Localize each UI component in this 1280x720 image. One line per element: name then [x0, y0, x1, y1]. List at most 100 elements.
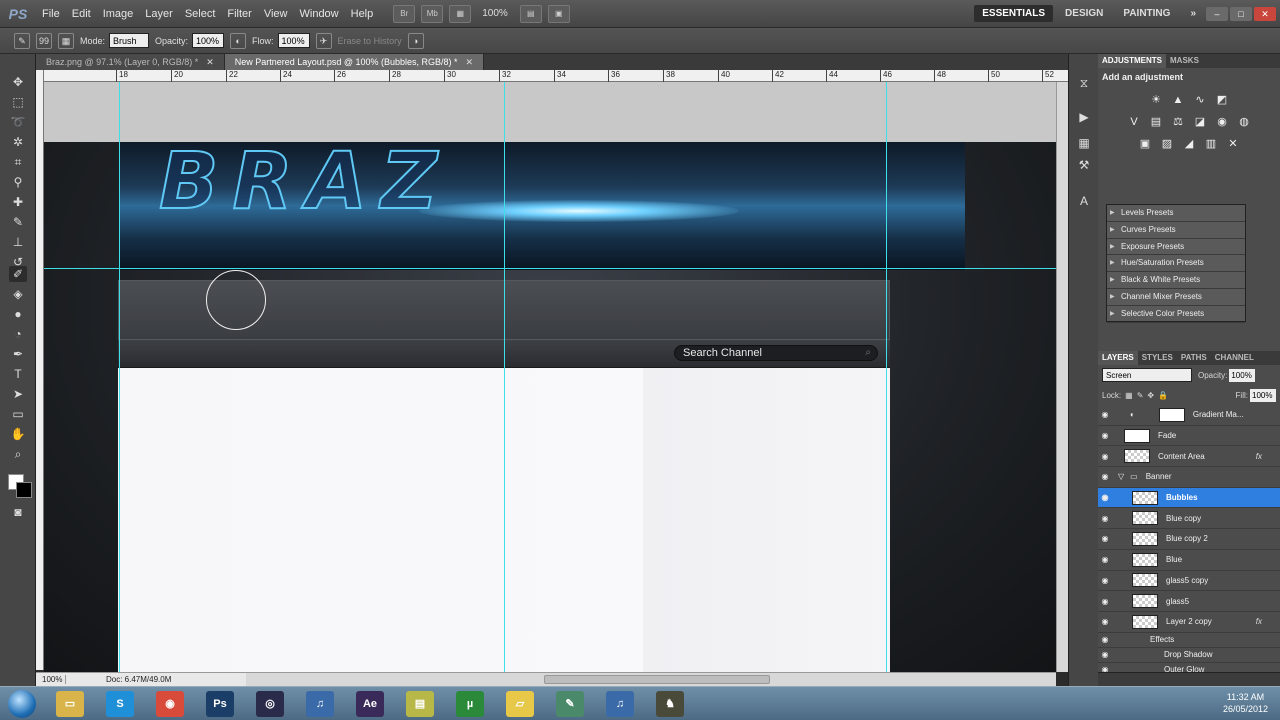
- cinema4d-icon[interactable]: ◎: [256, 691, 284, 717]
- curves-icon[interactable]: ∿: [1192, 92, 1208, 108]
- effect-drop-shadow[interactable]: ◉ Drop Shadow: [1098, 648, 1280, 663]
- expand-arrow-icon[interactable]: ▽: [1118, 472, 1124, 481]
- tool-presets-icon[interactable]: ⚒: [1075, 158, 1093, 176]
- workspace-painting[interactable]: PAINTING: [1115, 5, 1178, 22]
- tab-paths[interactable]: PATHS: [1177, 351, 1211, 365]
- tab-layers[interactable]: LAYERS: [1098, 351, 1138, 365]
- brightness-icon[interactable]: ☀: [1148, 92, 1164, 108]
- workspace-design[interactable]: DESIGN: [1057, 5, 1111, 22]
- menu-help[interactable]: Help: [345, 0, 380, 28]
- tab-styles[interactable]: STYLES: [1138, 351, 1177, 365]
- menu-filter[interactable]: Filter: [221, 0, 257, 28]
- preset-black-white[interactable]: Black & White Presets: [1107, 272, 1245, 289]
- eyedropper-tool-icon[interactable]: ⚲: [9, 174, 27, 190]
- brush-tool-icon[interactable]: ✎: [9, 214, 27, 230]
- menu-select[interactable]: Select: [179, 0, 222, 28]
- minibridge-icon[interactable]: Mb: [421, 4, 444, 23]
- exposure-icon[interactable]: ◩: [1214, 92, 1230, 108]
- visibility-eye-icon[interactable]: ◉: [1098, 410, 1112, 419]
- paint-bucket-tool-icon[interactable]: ◈: [9, 286, 27, 302]
- visibility-eye-icon[interactable]: ◉: [1098, 617, 1112, 626]
- menu-window[interactable]: Window: [294, 0, 345, 28]
- layer-layer-2-copy[interactable]: ◉ Layer 2 copy fx: [1098, 612, 1280, 633]
- lock-position-icon[interactable]: ✥: [1147, 391, 1154, 400]
- mode-select[interactable]: Brush: [109, 33, 150, 48]
- brush-tool-preset-icon[interactable]: ✎: [14, 32, 30, 49]
- photo-filter-icon[interactable]: ◉: [1214, 114, 1230, 130]
- menu-edit[interactable]: Edit: [66, 0, 97, 28]
- chrome-icon[interactable]: ◉: [156, 691, 184, 717]
- visibility-eye-icon[interactable]: ◉: [1098, 514, 1112, 523]
- menu-view[interactable]: View: [258, 0, 294, 28]
- dodge-tool-icon[interactable]: ◔: [9, 326, 27, 342]
- layer-content-area[interactable]: ◉ Content Area fx: [1098, 446, 1280, 468]
- preset-channel-mixer[interactable]: Channel Mixer Presets: [1107, 289, 1245, 306]
- layer-glass5-copy[interactable]: ◉ glass5 copy: [1098, 571, 1280, 592]
- opacity-field[interactable]: 100%: [192, 33, 225, 48]
- pen-icon[interactable]: ✎: [556, 691, 584, 717]
- brush-panel-toggle-icon[interactable]: ▦: [58, 32, 74, 49]
- clone-stamp-tool-icon[interactable]: ⊥: [9, 234, 27, 250]
- document-canvas[interactable]: BRAZ Search Channel ⌕: [44, 82, 1056, 672]
- zoom-level-select[interactable]: 100%: [482, 8, 508, 19]
- guide-vertical[interactable]: [119, 82, 120, 672]
- zoom-tool-icon[interactable]: ⌕: [9, 446, 27, 462]
- levels-icon[interactable]: ▲: [1170, 92, 1186, 108]
- vibrance-icon[interactable]: V: [1126, 114, 1142, 130]
- pressure-size-icon[interactable]: ◑: [407, 32, 424, 49]
- preset-exposure[interactable]: Exposure Presets: [1107, 239, 1245, 256]
- history-panel-icon[interactable]: ⧖: [1075, 76, 1093, 94]
- visibility-eye-icon[interactable]: ◉: [1098, 576, 1112, 585]
- status-zoom[interactable]: 100%: [36, 675, 66, 684]
- type-tool-icon[interactable]: T: [9, 366, 27, 382]
- horizontal-ruler[interactable]: 18 20 22 24 26 28 30 32 34 36 38 40 42 4…: [44, 70, 1068, 82]
- marquee-tool-icon[interactable]: ⬚: [9, 94, 27, 110]
- close-tab-icon[interactable]: ✕: [206, 57, 214, 67]
- workspace-essentials[interactable]: ESSENTIALS: [974, 5, 1054, 22]
- tab-channels[interactable]: CHANNEL: [1211, 351, 1258, 365]
- scrollbar-thumb[interactable]: [544, 675, 770, 684]
- visibility-eye-icon[interactable]: ◉: [1098, 534, 1112, 543]
- view-extras-icon[interactable]: ▦: [449, 4, 472, 23]
- crop-tool-icon[interactable]: ⌗: [9, 154, 27, 170]
- lock-all-icon[interactable]: 🔒: [1158, 391, 1168, 400]
- preset-levels[interactable]: Levels Presets: [1107, 205, 1245, 222]
- background-color-swatch[interactable]: [16, 482, 32, 498]
- minimize-button[interactable]: –: [1206, 6, 1228, 21]
- threshold-icon[interactable]: ◢: [1181, 136, 1197, 152]
- selective-color-icon[interactable]: ✕: [1225, 136, 1241, 152]
- visibility-eye-icon[interactable]: ◉: [1098, 555, 1112, 564]
- tab-masks[interactable]: MASKS: [1166, 54, 1203, 68]
- posterize-icon[interactable]: ▨: [1159, 136, 1175, 152]
- maximize-button[interactable]: □: [1230, 6, 1252, 21]
- rectangle-tool-icon[interactable]: ▭: [9, 406, 27, 422]
- menu-file[interactable]: File: [36, 0, 66, 28]
- status-doc-size[interactable]: Doc: 6.47M/49.0M: [66, 675, 171, 684]
- layer-effects-badge[interactable]: fx: [1256, 617, 1262, 626]
- lasso-tool-icon[interactable]: ➰: [9, 114, 27, 130]
- aftereffects-icon[interactable]: Ae: [356, 691, 384, 717]
- vertical-ruler[interactable]: [36, 70, 44, 670]
- channel-mixer-icon[interactable]: ◍: [1236, 114, 1252, 130]
- tab-adjustments[interactable]: ADJUSTMENTS: [1098, 54, 1167, 68]
- start-button[interactable]: [8, 690, 36, 718]
- guide-horizontal[interactable]: [44, 268, 1056, 269]
- visibility-eye-icon[interactable]: ◉: [1098, 472, 1112, 481]
- canvas-vertical-scrollbar[interactable]: [1056, 82, 1068, 672]
- arrange-documents-icon[interactable]: ▤: [519, 4, 542, 23]
- lock-pixels-icon[interactable]: ✎: [1137, 391, 1144, 400]
- notes-icon[interactable]: ▱: [506, 691, 534, 717]
- actions-panel-icon[interactable]: ▶: [1075, 110, 1093, 128]
- itunes-icon[interactable]: ♫: [606, 691, 634, 717]
- visibility-eye-icon[interactable]: ◉: [1098, 431, 1112, 440]
- quick-mask-icon[interactable]: ◙: [9, 504, 27, 520]
- path-selection-tool-icon[interactable]: ➤: [9, 386, 27, 402]
- layer-blue[interactable]: ◉ Blue: [1098, 550, 1280, 571]
- visibility-eye-icon[interactable]: ◉: [1098, 493, 1112, 502]
- game-icon[interactable]: ♞: [656, 691, 684, 717]
- layer-group-banner[interactable]: ◉ ▽ ▭ Banner: [1098, 467, 1280, 488]
- airbrush-icon[interactable]: ✈: [315, 32, 332, 49]
- brush-picker-icon[interactable]: 99: [36, 32, 52, 49]
- lock-transparency-icon[interactable]: ▦: [1125, 391, 1133, 400]
- invert-icon[interactable]: ▣: [1137, 136, 1153, 152]
